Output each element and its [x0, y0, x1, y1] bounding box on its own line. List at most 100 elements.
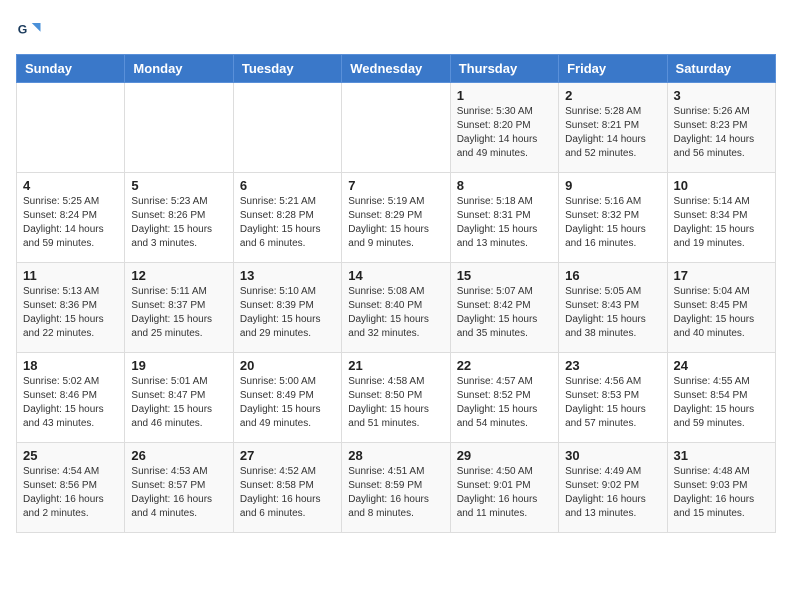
day-cell: 28 Sunrise: 4:51 AM Sunset: 8:59 PM Dayli…	[342, 443, 450, 533]
week-row-5: 25Sunrise: 4:54 AM Sunset: 8:56 PM Dayli…	[17, 443, 776, 533]
day-number: 28	[348, 448, 443, 463]
day-cell	[125, 83, 233, 173]
day-number: 11	[23, 268, 118, 283]
day-cell: 11 Sunrise: 5:13 AM Sunset: 8:36 PM Dayli…	[17, 263, 125, 353]
day-cell: 18Sunrise: 5:02 AM Sunset: 8:46 PM Dayli…	[17, 353, 125, 443]
day-cell: 13 Sunrise: 5:10 AM Sunset: 8:39 PM Dayli…	[233, 263, 341, 353]
day-cell: 25Sunrise: 4:54 AM Sunset: 8:56 PM Dayli…	[17, 443, 125, 533]
week-row-1: 1 Sunrise: 5:30 AM Sunset: 8:20 PM Daylig…	[17, 83, 776, 173]
week-row-2: 4 Sunrise: 5:25 AM Sunset: 8:24 PM Daylig…	[17, 173, 776, 263]
day-info: Sunrise: 4:54 AM Sunset: 8:56 PM Dayligh…	[23, 465, 118, 521]
day-cell: 20Sunrise: 5:00 AM Sunset: 8:49 PM Dayli…	[233, 353, 341, 443]
day-cell: 1 Sunrise: 5:30 AM Sunset: 8:20 PM Daylig…	[450, 83, 558, 173]
day-number: 4	[23, 178, 118, 193]
day-number: 7	[348, 178, 443, 193]
weekday-sunday: Sunday	[17, 55, 125, 83]
day-number: 16	[565, 268, 660, 283]
day-info: Sunrise: 5:04 AM Sunset: 8:45 PM Dayligh…	[674, 285, 769, 341]
day-number: 10	[674, 178, 769, 193]
day-cell: 5Sunrise: 5:23 AM Sunset: 8:26 PM Daylig…	[125, 173, 233, 263]
calendar-table: SundayMondayTuesdayWednesdayThursdayFrid…	[16, 54, 776, 533]
day-cell: 12 Sunrise: 5:11 AM Sunset: 8:37 PM Dayli…	[125, 263, 233, 353]
weekday-thursday: Thursday	[450, 55, 558, 83]
day-info: Sunrise: 5:28 AM Sunset: 8:21 PM Dayligh…	[565, 105, 660, 161]
day-cell: 2 Sunrise: 5:28 AM Sunset: 8:21 PM Daylig…	[559, 83, 667, 173]
day-cell: 16 Sunrise: 5:05 AM Sunset: 8:43 PM Dayli…	[559, 263, 667, 353]
day-info: Sunrise: 4:53 AM Sunset: 8:57 PM Dayligh…	[131, 465, 226, 521]
day-number: 12	[131, 268, 226, 283]
day-number: 23	[565, 358, 660, 373]
day-info: Sunrise: 5:05 AM Sunset: 8:43 PM Dayligh…	[565, 285, 660, 341]
day-number: 29	[457, 448, 552, 463]
day-cell: 3 Sunrise: 5:26 AM Sunset: 8:23 PM Daylig…	[667, 83, 775, 173]
day-number: 3	[674, 88, 769, 103]
day-info: Sunrise: 5:13 AM Sunset: 8:36 PM Dayligh…	[23, 285, 118, 341]
day-info: Sunrise: 4:56 AM Sunset: 8:53 PM Dayligh…	[565, 375, 660, 431]
day-cell: 6 Sunrise: 5:21 AM Sunset: 8:28 PM Daylig…	[233, 173, 341, 263]
day-cell: 17Sunrise: 5:04 AM Sunset: 8:45 PM Dayli…	[667, 263, 775, 353]
day-info: Sunrise: 4:48 AM Sunset: 9:03 PM Dayligh…	[674, 465, 769, 521]
day-info: Sunrise: 5:26 AM Sunset: 8:23 PM Dayligh…	[674, 105, 769, 161]
day-cell: 10Sunrise: 5:14 AM Sunset: 8:34 PM Dayli…	[667, 173, 775, 263]
day-number: 26	[131, 448, 226, 463]
day-info: Sunrise: 4:50 AM Sunset: 9:01 PM Dayligh…	[457, 465, 552, 521]
day-info: Sunrise: 5:11 AM Sunset: 8:37 PM Dayligh…	[131, 285, 226, 341]
day-cell: 14Sunrise: 5:08 AM Sunset: 8:40 PM Dayli…	[342, 263, 450, 353]
day-cell: 19 Sunrise: 5:01 AM Sunset: 8:47 PM Dayli…	[125, 353, 233, 443]
day-cell: 26 Sunrise: 4:53 AM Sunset: 8:57 PM Dayli…	[125, 443, 233, 533]
weekday-saturday: Saturday	[667, 55, 775, 83]
weekday-tuesday: Tuesday	[233, 55, 341, 83]
day-info: Sunrise: 5:21 AM Sunset: 8:28 PM Dayligh…	[240, 195, 335, 251]
day-info: Sunrise: 5:10 AM Sunset: 8:39 PM Dayligh…	[240, 285, 335, 341]
page-header: G	[16, 16, 776, 44]
day-number: 22	[457, 358, 552, 373]
day-number: 5	[131, 178, 226, 193]
day-cell: 27Sunrise: 4:52 AM Sunset: 8:58 PM Dayli…	[233, 443, 341, 533]
weekday-wednesday: Wednesday	[342, 55, 450, 83]
day-number: 1	[457, 88, 552, 103]
day-cell: 30 Sunrise: 4:49 AM Sunset: 9:02 PM Dayli…	[559, 443, 667, 533]
day-info: Sunrise: 5:01 AM Sunset: 8:47 PM Dayligh…	[131, 375, 226, 431]
day-cell	[17, 83, 125, 173]
day-info: Sunrise: 5:25 AM Sunset: 8:24 PM Dayligh…	[23, 195, 118, 251]
day-info: Sunrise: 5:16 AM Sunset: 8:32 PM Dayligh…	[565, 195, 660, 251]
day-number: 27	[240, 448, 335, 463]
weekday-header-row: SundayMondayTuesdayWednesdayThursdayFrid…	[17, 55, 776, 83]
week-row-4: 18Sunrise: 5:02 AM Sunset: 8:46 PM Dayli…	[17, 353, 776, 443]
day-cell: 29 Sunrise: 4:50 AM Sunset: 9:01 PM Dayli…	[450, 443, 558, 533]
day-number: 2	[565, 88, 660, 103]
day-info: Sunrise: 4:49 AM Sunset: 9:02 PM Dayligh…	[565, 465, 660, 521]
day-cell: 22 Sunrise: 4:57 AM Sunset: 8:52 PM Dayli…	[450, 353, 558, 443]
day-number: 19	[131, 358, 226, 373]
day-number: 8	[457, 178, 552, 193]
weekday-friday: Friday	[559, 55, 667, 83]
day-info: Sunrise: 5:02 AM Sunset: 8:46 PM Dayligh…	[23, 375, 118, 431]
day-cell: 7 Sunrise: 5:19 AM Sunset: 8:29 PM Daylig…	[342, 173, 450, 263]
calendar-body: 1 Sunrise: 5:30 AM Sunset: 8:20 PM Daylig…	[17, 83, 776, 533]
day-cell: 15Sunrise: 5:07 AM Sunset: 8:42 PM Dayli…	[450, 263, 558, 353]
day-cell: 9Sunrise: 5:16 AM Sunset: 8:32 PM Daylig…	[559, 173, 667, 263]
logo-icon: G	[16, 16, 44, 44]
day-number: 13	[240, 268, 335, 283]
day-info: Sunrise: 5:18 AM Sunset: 8:31 PM Dayligh…	[457, 195, 552, 251]
day-info: Sunrise: 4:58 AM Sunset: 8:50 PM Dayligh…	[348, 375, 443, 431]
day-info: Sunrise: 5:19 AM Sunset: 8:29 PM Dayligh…	[348, 195, 443, 251]
day-number: 6	[240, 178, 335, 193]
day-info: Sunrise: 4:55 AM Sunset: 8:54 PM Dayligh…	[674, 375, 769, 431]
day-cell: 21 Sunrise: 4:58 AM Sunset: 8:50 PM Dayli…	[342, 353, 450, 443]
weekday-monday: Monday	[125, 55, 233, 83]
day-number: 14	[348, 268, 443, 283]
day-number: 24	[674, 358, 769, 373]
day-number: 21	[348, 358, 443, 373]
day-info: Sunrise: 5:30 AM Sunset: 8:20 PM Dayligh…	[457, 105, 552, 161]
day-cell: 31Sunrise: 4:48 AM Sunset: 9:03 PM Dayli…	[667, 443, 775, 533]
day-info: Sunrise: 4:51 AM Sunset: 8:59 PM Dayligh…	[348, 465, 443, 521]
day-info: Sunrise: 5:07 AM Sunset: 8:42 PM Dayligh…	[457, 285, 552, 341]
day-cell: 24 Sunrise: 4:55 AM Sunset: 8:54 PM Dayli…	[667, 353, 775, 443]
day-cell: 4 Sunrise: 5:25 AM Sunset: 8:24 PM Daylig…	[17, 173, 125, 263]
day-cell: 8 Sunrise: 5:18 AM Sunset: 8:31 PM Daylig…	[450, 173, 558, 263]
day-info: Sunrise: 5:00 AM Sunset: 8:49 PM Dayligh…	[240, 375, 335, 431]
day-cell	[342, 83, 450, 173]
day-info: Sunrise: 4:57 AM Sunset: 8:52 PM Dayligh…	[457, 375, 552, 431]
day-number: 30	[565, 448, 660, 463]
